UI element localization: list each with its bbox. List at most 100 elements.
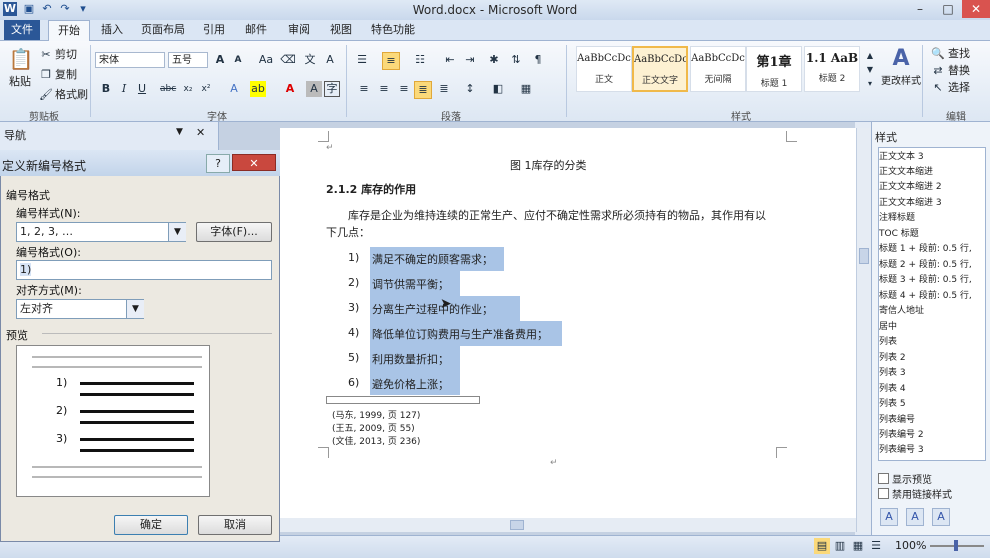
cut-icon[interactable]: ✂ [38,47,54,63]
gallery-more-icon[interactable]: ▾ [862,76,878,92]
scroll-thumb[interactable] [859,248,869,264]
italic-icon[interactable]: I [116,81,132,97]
disable-linked-styles-checkbox[interactable] [878,488,889,499]
style-list-item[interactable]: 列表 3 [879,366,906,381]
help-button[interactable]: ? [206,154,230,173]
increase-indent-icon[interactable]: ⇥ [462,52,478,68]
align-right-icon[interactable]: ≡ [396,81,412,97]
style-list-item[interactable]: 列表 5 [879,397,906,412]
print-layout-view-icon[interactable]: ▤ [814,538,830,554]
align-left-icon[interactable]: ≡ [356,81,372,97]
number-style-dropdown-icon[interactable]: ▼ [168,223,186,241]
cut-button[interactable]: 剪切 [55,47,77,63]
vertical-scrollbar[interactable] [856,128,871,532]
justify-icon[interactable]: ≣ [414,81,432,99]
paste-icon[interactable]: 📋 [8,46,34,72]
show-marks-icon[interactable]: ¶ [530,52,546,68]
style-list-item[interactable]: 列表编号 [879,413,915,428]
format-painter-button[interactable]: 格式刷 [55,87,88,103]
change-styles-button[interactable]: 更改样式 [881,74,921,90]
style-list-item[interactable]: 标题 2 + 段前: 0.5 行, [879,258,985,273]
style-heading-1[interactable]: 第1章 标题 1 [746,46,802,92]
style-inspector-icon[interactable]: A [906,508,924,526]
outline-view-icon[interactable]: ☰ [868,538,884,554]
change-styles-icon[interactable]: A [888,46,914,72]
character-shading-icon[interactable]: A [306,81,322,97]
phonetic-guide-icon[interactable]: 文 [302,52,318,68]
number-style-select[interactable]: 1, 2, 3, … [16,222,186,242]
distributed-icon[interactable]: ≣ [436,81,452,97]
show-preview-checkbox[interactable] [878,473,889,484]
zoom-level[interactable]: 100% [895,539,926,552]
new-style-icon[interactable]: A [880,508,898,526]
save-icon[interactable]: ▣ [22,2,36,16]
bullets-icon[interactable]: ☰ [354,52,370,68]
nav-close-icon[interactable]: ✕ [196,126,205,139]
font-button[interactable]: 字体(F)... [196,222,272,242]
underline-icon[interactable]: U [134,81,150,97]
align-center-icon[interactable]: ≡ [376,81,392,97]
manage-styles-icon[interactable]: A [932,508,950,526]
chinese-layout-icon[interactable]: ✱ [486,52,502,68]
style-list-item[interactable]: 正文文本缩进 2 [879,180,942,195]
replace-icon[interactable]: ⇄ [930,63,946,79]
cancel-button[interactable]: 取消 [198,515,272,535]
style-list-item[interactable]: 列表 [879,335,897,350]
full-screen-view-icon[interactable]: ▥ [832,538,848,554]
line-spacing-icon[interactable]: ↕ [462,81,478,97]
style-list-item[interactable]: 列表编号 3 [879,443,924,458]
multilevel-list-icon[interactable]: ☷ [412,52,428,68]
style-list-item[interactable]: 列表 2 [879,351,906,366]
borders-icon[interactable]: ▦ [518,81,534,97]
maximize-button[interactable]: □ [934,0,962,18]
word-app-icon[interactable]: W [3,2,17,16]
tab-references[interactable]: 引用 [196,20,232,40]
strikethrough-icon[interactable]: abc [160,81,176,97]
tab-view[interactable]: 视图 [323,20,359,40]
undo-icon[interactable]: ↶ [40,2,54,16]
style-list-item[interactable]: 寄信人地址 [879,304,924,319]
style-list-item[interactable]: 正文文本 3 [879,150,924,165]
tab-home[interactable]: 开始 [48,20,90,41]
style-no-spacing[interactable]: AaBbCcDc 无间隔 [690,46,746,92]
select-icon[interactable]: ↖ [930,80,946,96]
copy-button[interactable]: 复制 [55,67,77,83]
style-normal[interactable]: AaBbCcDc 正文 [576,46,632,92]
style-list-item[interactable]: 列表 4 [879,382,906,397]
tab-insert[interactable]: 插入 [94,20,130,40]
style-body-text[interactable]: AaBbCcDc 正文文字 [632,46,688,92]
dialog-close-button[interactable]: ✕ [232,154,276,171]
shading-icon[interactable]: ◧ [490,81,506,97]
font-name-combo[interactable]: 宋体 [95,52,165,68]
minimize-button[interactable]: – [906,0,934,18]
style-list-item[interactable]: 居中 [879,320,897,335]
font-color-icon[interactable]: A [282,81,298,97]
style-heading-2[interactable]: 1.1 AaB 标题 2 [804,46,860,92]
select-button[interactable]: 选择 [948,80,970,96]
subscript-icon[interactable]: x₂ [180,81,196,97]
paste-button[interactable]: 粘贴 [9,74,31,90]
shrink-font-icon[interactable]: A [230,52,246,68]
ok-button[interactable]: 确定 [114,515,188,535]
enclose-character-icon[interactable]: 字 [324,81,340,97]
superscript-icon[interactable]: x² [198,81,214,97]
style-list-item[interactable]: 标题 1 + 段前: 0.5 行, [879,242,985,257]
style-list-item[interactable]: 列表编号 2 [879,428,924,443]
close-window-button[interactable]: ✕ [962,0,990,18]
grow-font-icon[interactable]: A [212,52,228,68]
redo-icon[interactable]: ↷ [58,2,72,16]
tab-mailings[interactable]: 邮件 [238,20,274,40]
sort-icon[interactable]: ⇅ [508,52,524,68]
replace-button[interactable]: 替换 [948,63,970,79]
copy-icon[interactable]: ❐ [38,67,54,83]
style-list-item[interactable]: 注释标题 [879,211,915,226]
zoom-slider-thumb[interactable] [954,540,958,551]
tab-page-layout[interactable]: 页面布局 [136,20,190,40]
highlight-icon[interactable]: ab [250,81,266,97]
number-format-input[interactable]: 1) [16,260,272,280]
numbering-icon[interactable]: ≡ [382,52,400,70]
alignment-select[interactable]: 左对齐 [16,299,144,319]
style-list-item[interactable]: 标题 3 + 段前: 0.5 行, [879,273,985,288]
find-button[interactable]: 查找 [948,46,970,62]
tab-file[interactable]: 文件 [4,20,40,40]
